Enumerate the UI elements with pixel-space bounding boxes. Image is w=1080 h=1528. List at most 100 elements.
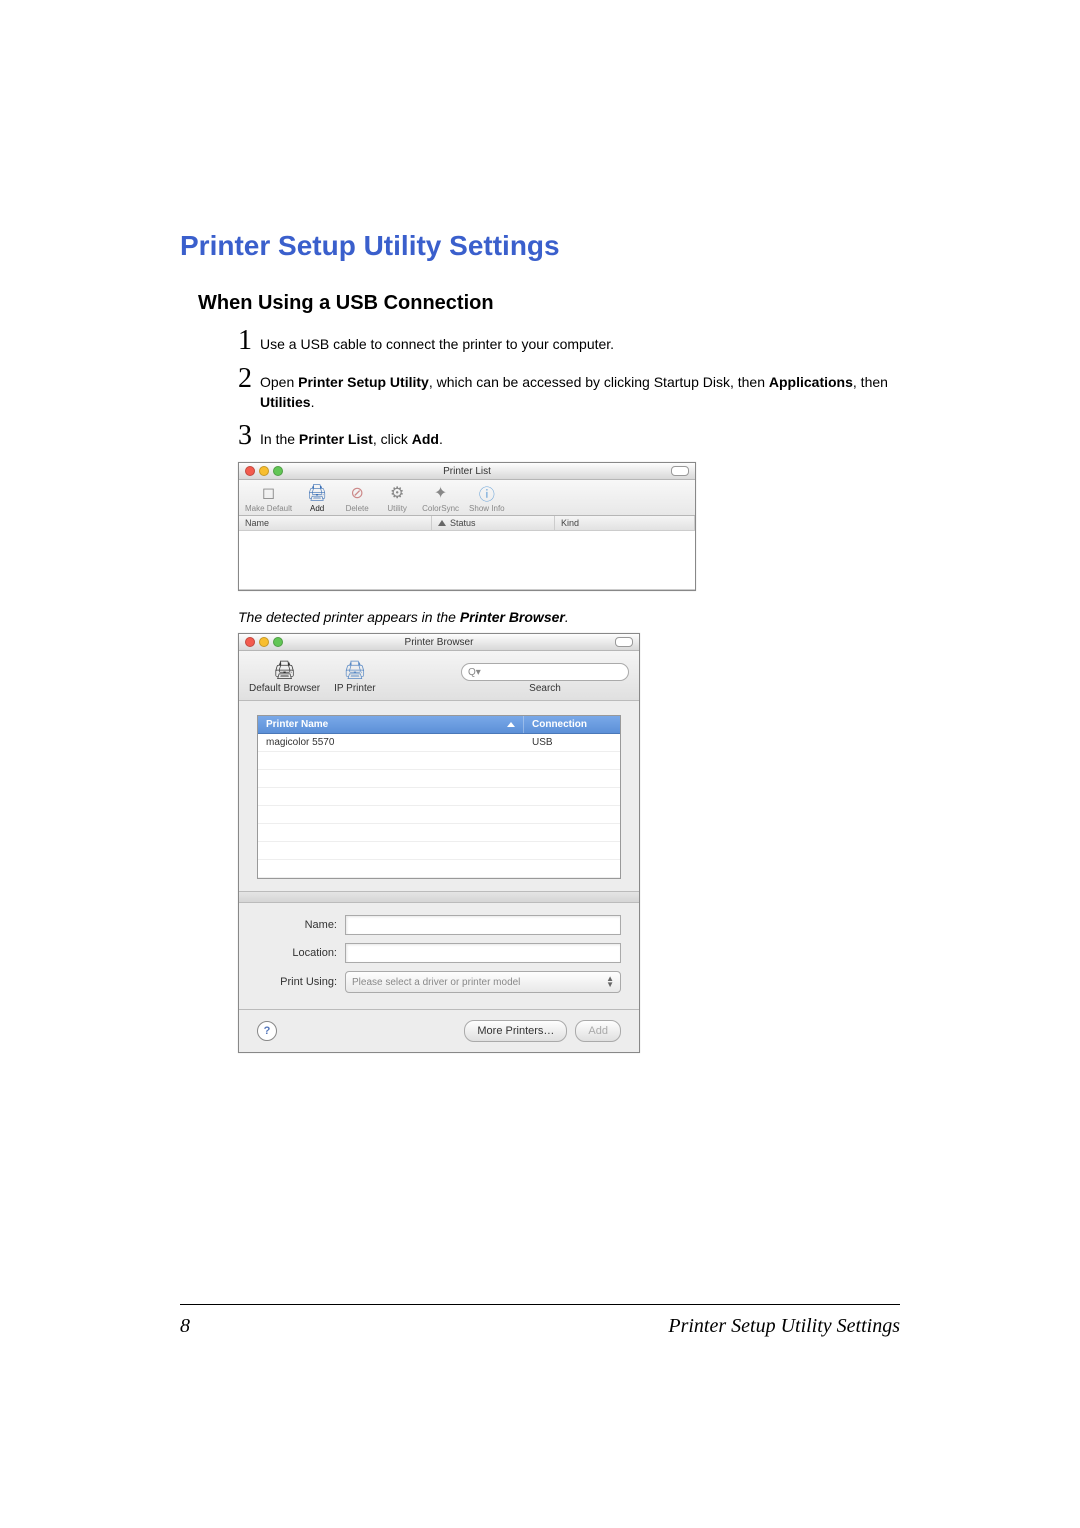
t: , then bbox=[853, 374, 888, 390]
titlebar: Printer List bbox=[239, 463, 695, 480]
add-button[interactable]: 🖨︎ Add bbox=[302, 482, 332, 513]
no-entry-icon: ⊘ bbox=[345, 482, 369, 504]
col-printer-name[interactable]: Printer Name bbox=[258, 716, 524, 733]
cell-conn: USB bbox=[524, 734, 620, 751]
t: The detected printer appears in the bbox=[238, 609, 460, 625]
colorsync-icon: ✦ bbox=[429, 482, 453, 504]
name-input[interactable] bbox=[345, 915, 621, 935]
step-number: 3 bbox=[238, 422, 252, 450]
utility-button[interactable]: ⚙︎ Utility bbox=[382, 482, 412, 513]
close-icon[interactable] bbox=[245, 466, 255, 476]
titlebar: Printer Browser bbox=[239, 634, 639, 651]
window-title: Printer Browser bbox=[405, 637, 474, 648]
printer-list-body bbox=[239, 531, 695, 590]
page-footer: 8 Printer Setup Utility Settings bbox=[180, 1296, 900, 1338]
make-default-button[interactable]: ◻︎ Make Default bbox=[245, 482, 292, 513]
label: Print Using: bbox=[257, 976, 345, 988]
footer-rule bbox=[180, 1304, 900, 1305]
zoom-icon[interactable] bbox=[273, 466, 283, 476]
t: , which can be accessed by clicking Star… bbox=[429, 374, 769, 390]
table-row[interactable]: magicolor 5570 USB bbox=[258, 734, 620, 752]
gear-icon: ⚙︎ bbox=[385, 482, 409, 504]
col-kind[interactable]: Kind bbox=[555, 516, 695, 530]
toolbar-toggle-icon[interactable] bbox=[671, 466, 689, 476]
window-title: Printer List bbox=[443, 466, 491, 477]
close-icon[interactable] bbox=[245, 637, 255, 647]
t: . bbox=[565, 609, 569, 625]
empty-row bbox=[258, 806, 620, 824]
help-button[interactable]: ? bbox=[257, 1021, 277, 1041]
row-print-using: Print Using: Please select a driver or p… bbox=[257, 971, 621, 993]
info-icon: ⓘ bbox=[475, 482, 499, 504]
toolbar: ◻︎ Make Default 🖨︎ Add ⊘ Delete ⚙︎ Utili… bbox=[239, 480, 695, 516]
label: Name: bbox=[257, 919, 345, 931]
traffic-lights bbox=[245, 637, 283, 647]
step-number: 2 bbox=[238, 365, 252, 393]
cell-name: magicolor 5570 bbox=[258, 734, 524, 751]
bold: Printer Setup Utility bbox=[298, 374, 429, 390]
delete-button[interactable]: ⊘ Delete bbox=[342, 482, 372, 513]
location-input[interactable] bbox=[345, 943, 621, 963]
label: Default Browser bbox=[249, 683, 320, 694]
toolbar: 🖨︎ Default Browser 🖨︎ IP Printer Q▾ Sear… bbox=[239, 651, 639, 701]
label: Search bbox=[529, 683, 561, 694]
label: Add bbox=[310, 504, 324, 513]
step-2: 2 Open Printer Setup Utility, which can … bbox=[238, 365, 900, 412]
col-name[interactable]: Name bbox=[239, 516, 432, 530]
section-title: Printer Setup Utility Settings bbox=[180, 230, 900, 262]
subsection-title: When Using a USB Connection bbox=[198, 292, 900, 315]
default-browser-button[interactable]: 🖨︎ Default Browser bbox=[249, 657, 320, 694]
printer-icon: 🖨︎ bbox=[305, 482, 329, 504]
label: Show Info bbox=[469, 504, 505, 513]
bold: Utilities bbox=[260, 394, 311, 410]
search: Q▾ Search bbox=[461, 663, 629, 694]
step-list: 1 Use a USB cable to connect the printer… bbox=[238, 327, 900, 450]
label: Printer Name bbox=[266, 719, 328, 730]
badge-icon: ◻︎ bbox=[257, 482, 281, 504]
label: Make Default bbox=[245, 504, 292, 513]
printer-list-window: Printer List ◻︎ Make Default 🖨︎ Add ⊘ De… bbox=[238, 462, 696, 591]
label: IP Printer bbox=[334, 683, 376, 694]
toolbar-toggle-icon[interactable] bbox=[615, 637, 633, 647]
t: In the bbox=[260, 431, 299, 447]
page-number: 8 bbox=[180, 1315, 190, 1338]
bold: Add bbox=[412, 431, 439, 447]
empty-row bbox=[258, 752, 620, 770]
footer-title: Printer Setup Utility Settings bbox=[668, 1315, 900, 1338]
step-1: 1 Use a USB cable to connect the printer… bbox=[238, 327, 900, 355]
empty-row bbox=[258, 842, 620, 860]
divider bbox=[239, 891, 639, 903]
search-input[interactable]: Q▾ bbox=[461, 663, 629, 681]
globe-printer-icon: 🖨︎ bbox=[340, 657, 370, 683]
show-info-button[interactable]: ⓘ Show Info bbox=[469, 482, 505, 513]
empty-row bbox=[258, 770, 620, 788]
printer-icon: 🖨︎ bbox=[270, 657, 300, 683]
ip-printer-button[interactable]: 🖨︎ IP Printer bbox=[334, 657, 376, 694]
row-name: Name: bbox=[257, 915, 621, 935]
t: , click bbox=[373, 431, 412, 447]
step-number: 1 bbox=[238, 327, 252, 355]
printer-table: Printer Name Connection magicolor 5570 U… bbox=[257, 715, 621, 879]
sort-asc-icon bbox=[507, 722, 515, 727]
step-text: In the Printer List, click Add. bbox=[260, 422, 443, 450]
label: ColorSync bbox=[422, 504, 459, 513]
select-value: Please select a driver or printer model bbox=[352, 977, 520, 988]
row-location: Location: bbox=[257, 943, 621, 963]
col-status[interactable]: Status bbox=[432, 516, 555, 530]
label: Status bbox=[450, 518, 476, 528]
add-button[interactable]: Add bbox=[575, 1020, 621, 1042]
print-using-select[interactable]: Please select a driver or printer model … bbox=[345, 971, 621, 993]
label: Utility bbox=[387, 504, 407, 513]
chevron-updown-icon: ▲▼ bbox=[606, 976, 614, 988]
minimize-icon[interactable] bbox=[259, 466, 269, 476]
printer-browser-window: Printer Browser 🖨︎ Default Browser 🖨︎ IP… bbox=[238, 633, 640, 1053]
col-connection[interactable]: Connection bbox=[524, 716, 620, 733]
more-printers-button[interactable]: More Printers… bbox=[464, 1020, 567, 1042]
minimize-icon[interactable] bbox=[259, 637, 269, 647]
dialog-footer: ? More Printers… Add bbox=[239, 1009, 639, 1052]
zoom-icon[interactable] bbox=[273, 637, 283, 647]
traffic-lights bbox=[245, 466, 283, 476]
t: . bbox=[439, 431, 443, 447]
browser-content: Printer Name Connection magicolor 5570 U… bbox=[239, 701, 639, 1009]
colorsync-button[interactable]: ✦ ColorSync bbox=[422, 482, 459, 513]
